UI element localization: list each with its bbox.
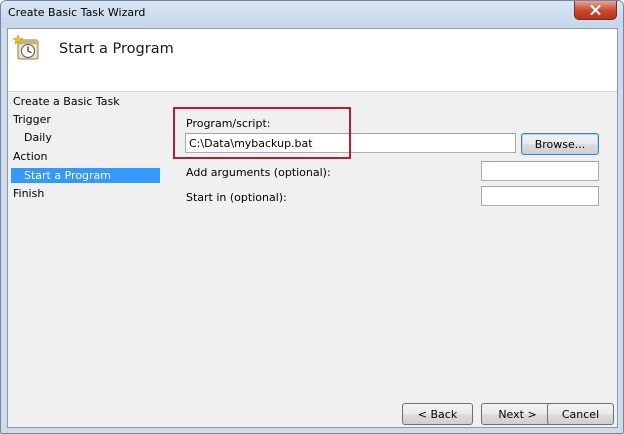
task-scheduler-clock-icon (13, 34, 39, 60)
program-script-input[interactable]: C:\Data\mybackup.bat (185, 133, 516, 153)
next-button[interactable]: Next > (481, 403, 554, 425)
step-daily: Daily (24, 131, 52, 144)
step-action: Action (13, 150, 48, 163)
program-script-label: Program/script: (186, 117, 271, 130)
close-icon (590, 5, 601, 15)
wizard-client-area: Start a Program Create a Basic Task Trig… (7, 28, 618, 428)
wizard-window: Create Basic Task Wizard Start a Program… (0, 0, 624, 434)
add-arguments-label: Add arguments (optional): (186, 166, 331, 179)
title-bar[interactable]: Create Basic Task Wizard (1, 1, 623, 27)
start-in-input[interactable] (481, 186, 599, 206)
wizard-header: Start a Program (8, 29, 617, 92)
add-arguments-input[interactable] (481, 161, 599, 181)
step-trigger: Trigger (13, 113, 51, 126)
step-start-a-program: Start a Program (11, 168, 160, 183)
window-title: Create Basic Task Wizard (8, 6, 146, 19)
page-title: Start a Program (59, 41, 174, 57)
browse-button[interactable]: Browse... (521, 133, 599, 155)
cancel-button[interactable]: Cancel (547, 403, 614, 425)
wizard-steps-pane: Create a Basic Task Trigger Daily Action… (8, 92, 168, 427)
start-in-label: Start in (optional): (186, 191, 287, 204)
step-create-basic-task: Create a Basic Task (13, 95, 120, 108)
step-finish: Finish (13, 187, 45, 200)
close-button[interactable] (574, 1, 617, 20)
back-button[interactable]: < Back (402, 403, 473, 425)
